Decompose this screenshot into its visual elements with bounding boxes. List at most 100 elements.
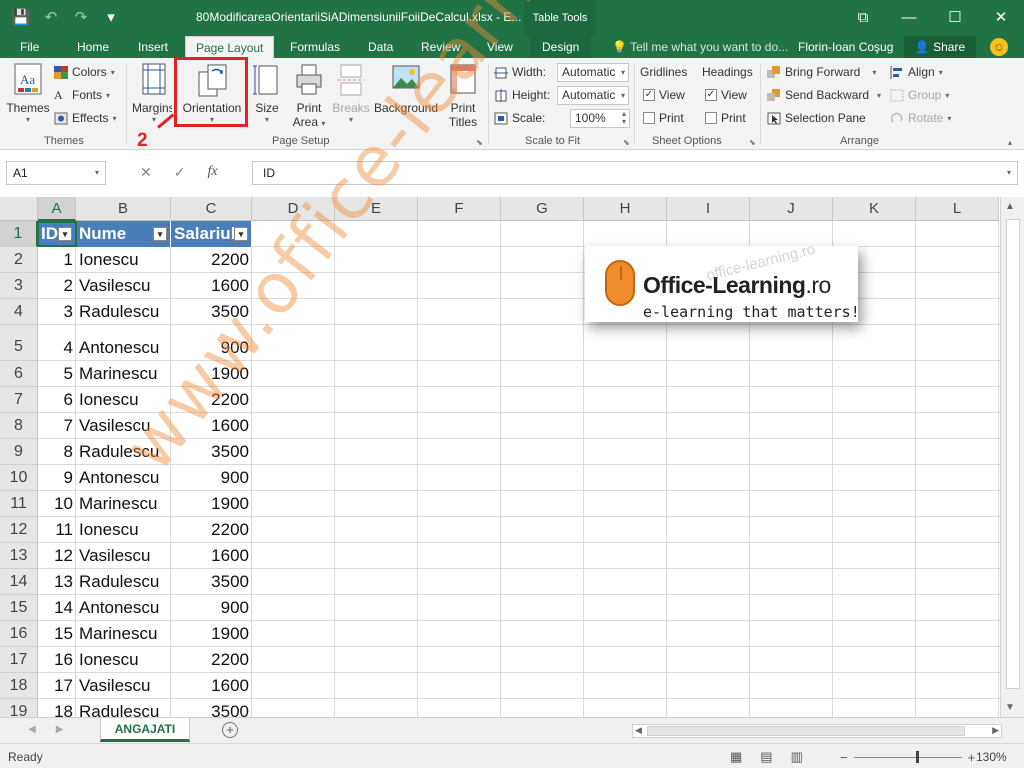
cell-id[interactable]: 14: [38, 595, 76, 621]
cell-salariu[interactable]: 1600: [171, 673, 252, 699]
fonts-button[interactable]: A Fonts ▾: [54, 88, 110, 102]
scroll-down-icon[interactable]: ▼: [1005, 702, 1015, 713]
cell-nume[interactable]: Marinescu: [76, 491, 171, 517]
zoom-in-button[interactable]: +: [968, 750, 976, 765]
cell-id[interactable]: 10: [38, 491, 76, 517]
row-header-8[interactable]: 8: [0, 413, 38, 439]
row-header-15[interactable]: 15: [0, 595, 38, 621]
zoom-knob[interactable]: [915, 751, 919, 763]
cell-salariu[interactable]: 2200: [171, 647, 252, 673]
cell-id[interactable]: 6: [38, 387, 76, 413]
cancel-formula-icon[interactable]: ✕: [140, 164, 152, 181]
cell-nume[interactable]: Antonescu: [76, 595, 171, 621]
cell-id[interactable]: 18: [38, 699, 76, 717]
print-area-button[interactable]: Print Area ▾: [290, 62, 328, 129]
minimize-button[interactable]: —: [886, 0, 932, 34]
width-select[interactable]: Automatic ▾: [557, 63, 629, 82]
row-header-11[interactable]: 11: [0, 491, 38, 517]
cell-nume[interactable]: Ionescu: [76, 517, 171, 543]
tab-formulas[interactable]: Formulas: [290, 36, 340, 58]
scale-spinner[interactable]: 100% ▴ ▾: [570, 109, 630, 128]
insert-function-icon[interactable]: fx: [207, 164, 217, 181]
name-box[interactable]: A1 ▾: [6, 161, 106, 185]
prev-sheet-icon[interactable]: ◀: [28, 724, 36, 735]
row-header-4[interactable]: 4: [0, 299, 38, 325]
cell-id[interactable]: 3: [38, 299, 76, 325]
row-header-13[interactable]: 13: [0, 543, 38, 569]
select-all-corner[interactable]: [0, 197, 38, 221]
horizontal-scroll-thumb[interactable]: [647, 726, 965, 736]
zoom-level[interactable]: 130%: [976, 750, 1007, 764]
cell-id[interactable]: 13: [38, 569, 76, 595]
send-backward-button[interactable]: Send Backward ▾: [767, 88, 881, 102]
enter-formula-icon[interactable]: ✓: [174, 164, 186, 181]
page-layout-view-icon[interactable]: ▤: [760, 749, 772, 765]
close-button[interactable]: ✕: [978, 0, 1024, 34]
align-button[interactable]: Align ▾: [890, 65, 943, 79]
row-header-5[interactable]: 5: [0, 325, 38, 361]
column-header-f[interactable]: F: [418, 197, 501, 221]
zoom-out-button[interactable]: −: [840, 750, 848, 765]
scale-to-fit-launcher-icon[interactable]: ⬊: [623, 138, 630, 147]
cell-id[interactable]: 15: [38, 621, 76, 647]
save-icon[interactable]: 💾: [8, 6, 34, 28]
row-header-17[interactable]: 17: [0, 647, 38, 673]
collapse-ribbon-icon[interactable]: ▴: [1008, 138, 1012, 147]
tab-home[interactable]: Home: [77, 36, 109, 58]
row-header-3[interactable]: 3: [0, 273, 38, 299]
tab-design[interactable]: Design: [530, 36, 592, 58]
colors-button[interactable]: Colors ▾: [54, 65, 115, 79]
cell-id[interactable]: 12: [38, 543, 76, 569]
vertical-scrollbar[interactable]: ▲ ▼: [1000, 197, 1024, 717]
undo-icon[interactable]: ↶: [38, 6, 64, 28]
cell-salariu[interactable]: 3500: [171, 699, 252, 717]
cell-salariu[interactable]: 1900: [171, 491, 252, 517]
cell-id[interactable]: 8: [38, 439, 76, 465]
column-header-g[interactable]: G: [501, 197, 584, 221]
cell-id[interactable]: 5: [38, 361, 76, 387]
scroll-up-icon[interactable]: ▲: [1005, 201, 1015, 212]
row-header-19[interactable]: 19: [0, 699, 38, 717]
cell-nume[interactable]: Marinescu: [76, 621, 171, 647]
cell-id[interactable]: 2: [38, 273, 76, 299]
cell-id[interactable]: 11: [38, 517, 76, 543]
cell-nume[interactable]: Vasilescu: [76, 543, 171, 569]
cell-nume[interactable]: Radulescu: [76, 569, 171, 595]
vertical-scroll-thumb[interactable]: [1006, 219, 1020, 689]
cell-salariu[interactable]: 2200: [171, 517, 252, 543]
row-header-10[interactable]: 10: [0, 465, 38, 491]
normal-view-icon[interactable]: ▦: [730, 749, 742, 765]
column-header-h[interactable]: H: [584, 197, 667, 221]
next-sheet-icon[interactable]: ▶: [56, 724, 64, 735]
expand-formula-bar-icon[interactable]: ▾: [1007, 162, 1011, 184]
cell-salariu[interactable]: 3500: [171, 569, 252, 595]
maximize-button[interactable]: ☐: [932, 0, 978, 34]
headings-print-checkbox[interactable]: Print: [705, 111, 746, 125]
row-header-12[interactable]: 12: [0, 517, 38, 543]
selection-pane-button[interactable]: Selection Pane: [767, 111, 866, 125]
tab-insert[interactable]: Insert: [138, 36, 168, 58]
feedback-smiley-icon[interactable]: ☺: [990, 38, 1008, 56]
cell-id[interactable]: 16: [38, 647, 76, 673]
cell-id[interactable]: 1: [38, 247, 76, 273]
table-header-salariul[interactable]: Salariul ▾: [171, 221, 252, 247]
table-header-nume[interactable]: Nume ▾: [76, 221, 171, 247]
row-header-9[interactable]: 9: [0, 439, 38, 465]
horizontal-scrollbar[interactable]: ◀ ▶: [632, 724, 1002, 738]
row-header-16[interactable]: 16: [0, 621, 38, 647]
size-button[interactable]: Size ▾: [250, 62, 284, 124]
headings-view-checkbox[interactable]: ✓ View: [705, 88, 747, 102]
row-header-7[interactable]: 7: [0, 387, 38, 413]
bring-forward-button[interactable]: Bring Forward ▾: [767, 65, 876, 79]
cell-id[interactable]: 9: [38, 465, 76, 491]
tab-data[interactable]: Data: [368, 36, 393, 58]
redo-icon[interactable]: ↷: [68, 6, 94, 28]
cell-id[interactable]: 17: [38, 673, 76, 699]
gridlines-view-checkbox[interactable]: ✓ View: [643, 88, 685, 102]
scroll-right-icon[interactable]: ▶: [992, 725, 999, 736]
column-header-a[interactable]: A: [38, 197, 76, 221]
column-header-b[interactable]: B: [76, 197, 171, 221]
themes-button[interactable]: Aa Themes ▾: [6, 62, 50, 124]
share-button[interactable]: 👤 Share: [904, 36, 976, 58]
cell-id[interactable]: 7: [38, 413, 76, 439]
